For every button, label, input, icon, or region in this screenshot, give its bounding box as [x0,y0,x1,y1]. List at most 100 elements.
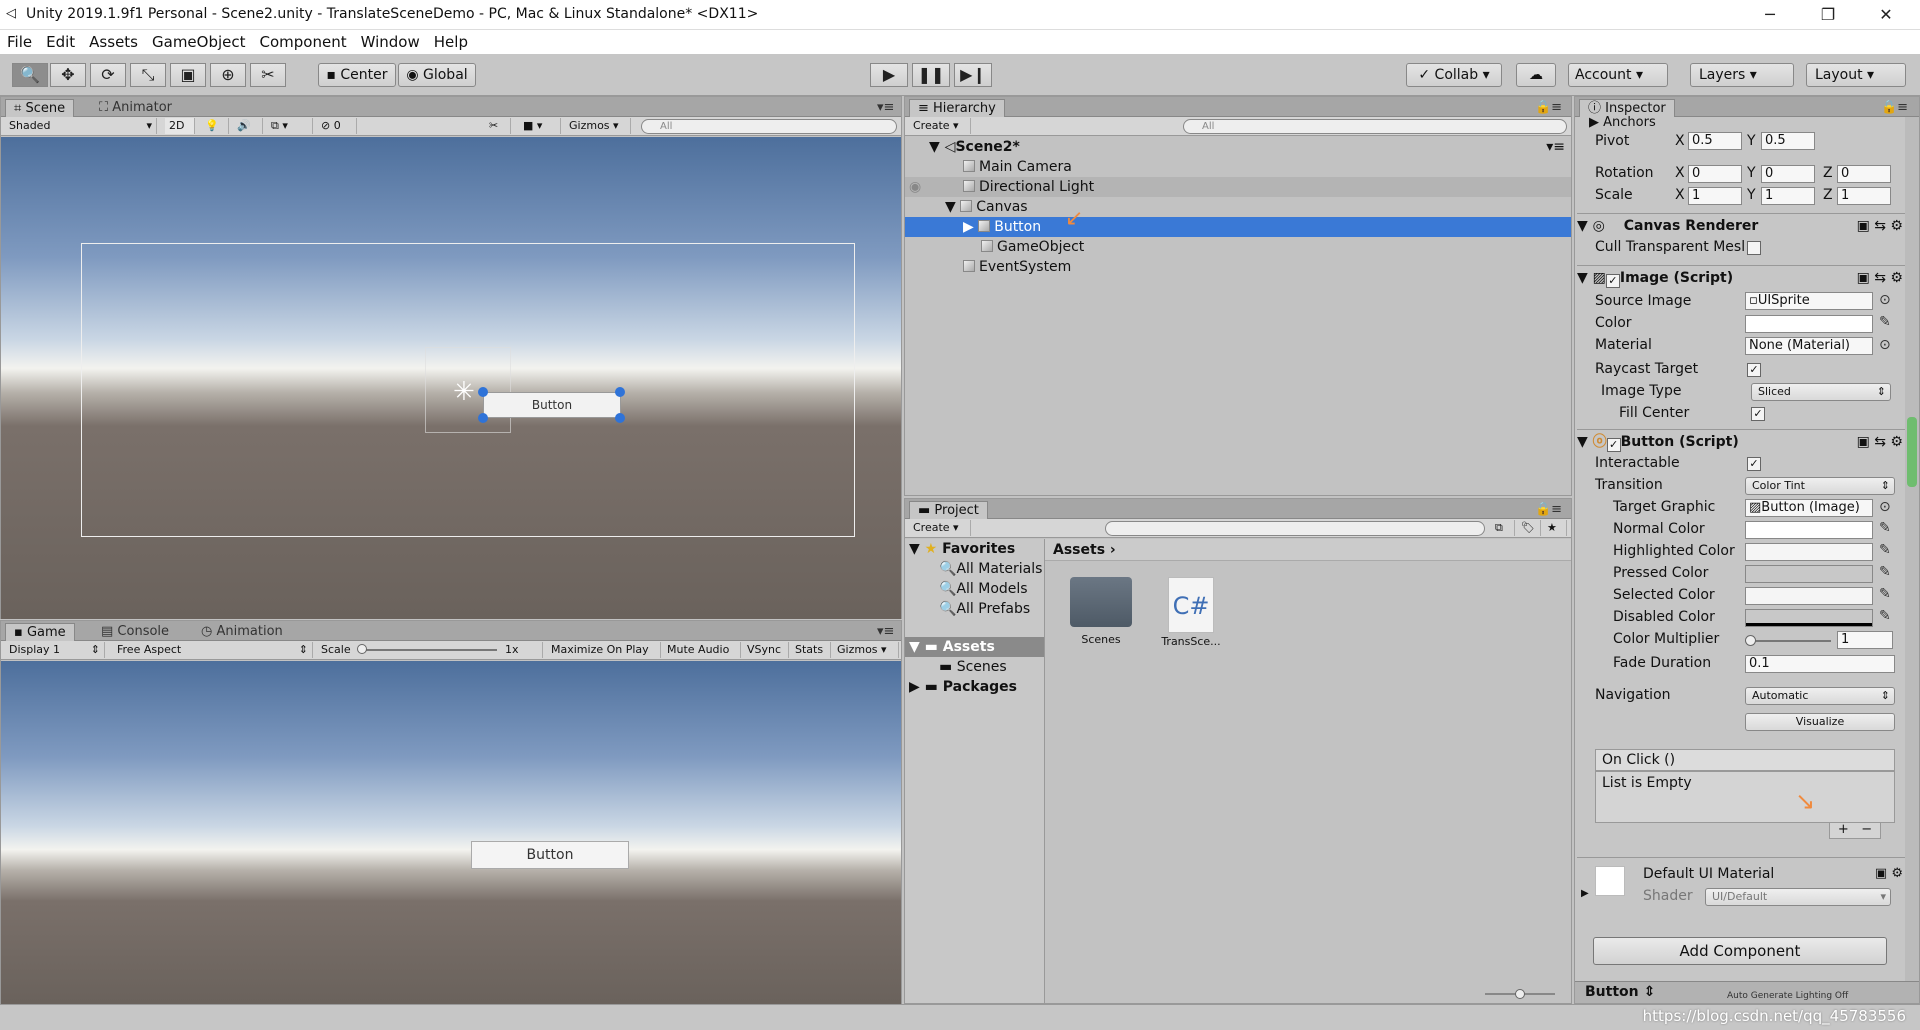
eyedropper-icon[interactable]: ✎ [1879,564,1891,580]
scale-slider[interactable]: Scale 1x [317,642,543,658]
project-search-input[interactable] [1105,521,1485,536]
add-component-button[interactable]: Add Component [1593,937,1887,965]
display-dropdown[interactable]: Display 1 ⇕ [5,642,105,658]
interactable-checkbox[interactable]: ✓ [1747,457,1761,471]
image-script-header[interactable]: ▼ ▨ ✓ Image (Script) ▣ ⇆ ⚙ [1577,265,1905,289]
visualize-button[interactable]: Visualize [1745,713,1895,731]
cull-checkbox[interactable] [1747,241,1761,255]
fill-center-checkbox[interactable]: ✓ [1751,407,1765,421]
filter-type-icon[interactable]: ⧉ [1491,520,1515,536]
scale-slider-thumb[interactable] [357,644,367,654]
add-listener-button[interactable]: + [1838,822,1849,837]
asset-folder-tile[interactable]: Scenes [1065,577,1137,646]
raycast-checkbox[interactable]: ✓ [1747,363,1761,377]
toggle-2d-button[interactable]: 2D [165,118,195,134]
project-create-dropdown[interactable]: Create ▾ [909,520,971,536]
lock-icon[interactable]: 🔒≡ [1873,99,1916,117]
pause-button[interactable]: ❚❚ [912,63,950,87]
tab-game[interactable]: ▪ Game [5,623,75,641]
close-button[interactable]: ✕ [1866,3,1906,27]
scale-z-field[interactable]: 1 [1837,187,1891,205]
object-picker-icon[interactable]: ⊙ [1879,499,1891,515]
play-button[interactable]: ▶ [870,63,908,87]
game-button[interactable]: Button [471,841,629,869]
mute-audio-toggle[interactable]: Mute Audio [663,642,741,658]
scale-tool-icon[interactable]: ⤡ [130,63,166,87]
rect-handle[interactable] [478,413,488,423]
eyedropper-icon[interactable]: ✎ [1879,314,1891,330]
visibility-eye-icon[interactable]: ◉ [909,177,921,197]
collab-dropdown[interactable]: ✓ Collab ▾ [1406,63,1502,87]
favorite-item[interactable]: 🔍All Materials [905,559,1044,579]
hand-tool-icon[interactable]: 🔍 [12,63,48,87]
packages-folder[interactable]: ▶ ▬ Packages [905,677,1044,697]
remove-listener-button[interactable]: − [1861,822,1872,837]
panel-menu-icon[interactable]: ▾≡ [869,99,902,117]
hierarchy-item[interactable]: EventSystem [905,257,1571,277]
lock-icon[interactable]: 🔒≡ [1527,99,1570,117]
layers-dropdown[interactable]: Layers ▾ [1690,63,1794,87]
rotation-x-field[interactable]: 0 [1688,165,1742,183]
hidden-objects-toggle[interactable]: ⊘ 0 [317,118,357,134]
pivot-center-button[interactable]: ▪ Center [318,63,396,87]
game-gizmos-dropdown[interactable]: Gizmos ▾ [833,642,899,658]
aspect-dropdown[interactable]: Free Aspect ⇕ [113,642,313,658]
vsync-toggle[interactable]: VSync [743,642,789,658]
selected-color-swatch[interactable] [1745,587,1873,605]
move-tool-icon[interactable]: ✥ [50,63,86,87]
icon-size-thumb[interactable] [1515,989,1525,999]
highlighted-color-swatch[interactable] [1745,543,1873,561]
effects-icon[interactable]: ⧉ ▾ [267,118,313,134]
source-image-field[interactable]: ▫UISprite [1745,292,1873,310]
transform-tool-icon[interactable]: ⊕ [210,63,246,87]
eyedropper-icon[interactable]: ✎ [1879,542,1891,558]
color-multiplier-field[interactable]: 1 [1837,631,1893,649]
tab-scene[interactable]: ⌗ Scene [5,99,75,117]
assets-folder[interactable]: ▼ ▬ Assets [905,637,1044,657]
step-button[interactable]: ▶❙ [954,63,992,87]
hierarchy-item[interactable]: ◉ Directional Light [905,177,1571,197]
transition-dropdown[interactable]: Color Tint ⇕ [1745,477,1895,495]
rect-tool-icon[interactable]: ▣ [170,63,206,87]
layout-dropdown[interactable]: Layout ▾ [1806,63,1906,87]
camera-icon[interactable]: ■ ▾ [519,118,561,134]
scale-y-field[interactable]: 1 [1761,187,1815,205]
component-menu-icon[interactable]: ▣ ⇆ ⚙ [1857,214,1903,238]
custom-tool-icon[interactable]: ✂ [250,63,286,87]
lighting-icon[interactable]: 💡 [201,118,229,134]
eyedropper-icon[interactable]: ✎ [1879,586,1891,602]
asset-script-tile[interactable]: C# TransSce... [1155,577,1227,648]
canvas-renderer-header[interactable]: ▼ ◎ Canvas Renderer ▣ ⇆ ⚙ [1577,213,1905,237]
expand-arrow-icon[interactable]: ▶ [1581,888,1589,899]
menu-gameobject[interactable]: GameObject [145,30,253,54]
cloud-button[interactable]: ☁ [1516,63,1556,87]
button-script-header[interactable]: ▼ ⓞ ✓ Button (Script) ▣ ⇆ ⚙ [1577,429,1905,453]
rect-handle[interactable] [615,413,625,423]
color-multiplier-slider[interactable] [1745,635,1831,646]
component-menu-icon[interactable]: ▣ ⇆ ⚙ [1857,430,1903,454]
scene-root-row[interactable]: ▼ ◁Scene2* ▾≡ [905,137,1571,157]
favorite-item[interactable]: 🔍All Models [905,579,1044,599]
pivot-global-button[interactable]: ◉ Global [398,63,476,87]
hierarchy-search-input[interactable]: All [1183,119,1567,134]
hierarchy-item-selected[interactable]: ▶ Button ↙ [905,208,1571,237]
tools-icon[interactable]: ✂ [485,118,511,134]
scene-button-object[interactable]: Button [483,392,621,418]
scrollbar-thumb[interactable] [1907,417,1917,487]
tab-hierarchy[interactable]: ≡ Hierarchy [909,99,1005,117]
menu-window[interactable]: Window [354,30,427,54]
favorite-item[interactable]: 🔍All Prefabs [905,599,1044,619]
pivot-x-field[interactable]: 0.5 [1688,132,1742,150]
image-type-dropdown[interactable]: Sliced ⇕ [1751,383,1891,401]
minimize-button[interactable]: ─ [1750,3,1790,27]
maximize-on-play-toggle[interactable]: Maximize On Play [547,642,661,658]
material-field[interactable]: None (Material) [1745,337,1873,355]
scale-x-field[interactable]: 1 [1688,187,1742,205]
navigation-dropdown[interactable]: Automatic ⇕ [1745,687,1895,705]
eyedropper-icon[interactable]: ✎ [1879,520,1891,536]
game-viewport[interactable]: Button [1,661,901,1004]
menu-edit[interactable]: Edit [39,30,82,54]
tab-animation[interactable]: ◷ Animation [193,623,291,641]
lock-icon[interactable]: 🔒≡ [1527,501,1570,519]
tab-console[interactable]: ▤ Console [93,623,177,641]
